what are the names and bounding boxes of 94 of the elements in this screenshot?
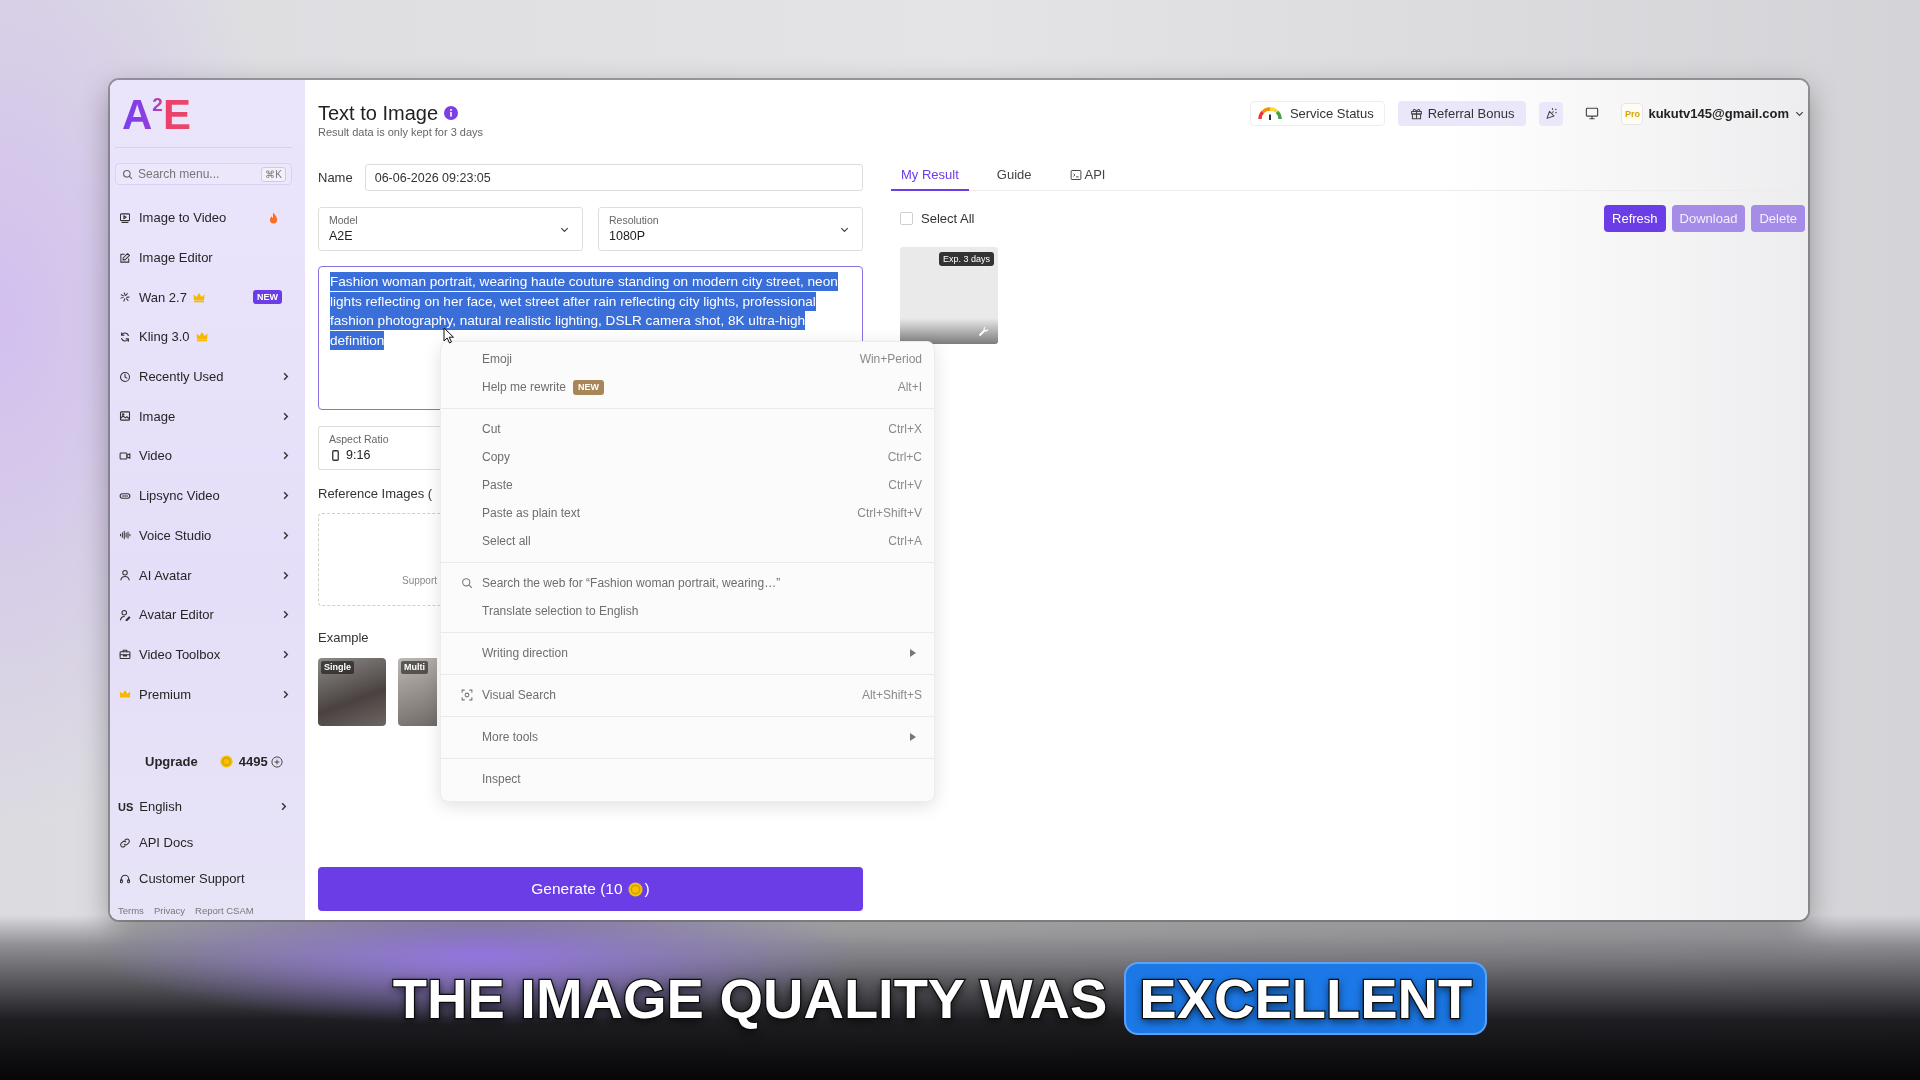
credit-count: 4495 xyxy=(238,754,268,770)
sidebar-link[interactable]: API Docs xyxy=(115,830,292,855)
page-subtitle: Result data is only kept for 3 days xyxy=(318,126,484,139)
thumbnail-badge: Multi xyxy=(401,661,428,674)
menu-item[interactable]: Paste Ctrl+V xyxy=(441,471,934,499)
gauge-icon xyxy=(1256,106,1283,121)
burst-icon xyxy=(119,291,131,304)
search-icon xyxy=(461,577,473,589)
action-button[interactable]: Refresh xyxy=(1604,205,1666,232)
example-photo[interactable]: Multi xyxy=(398,658,437,726)
example-photo[interactable]: Single xyxy=(318,658,386,726)
section-label: Reference Images ( xyxy=(318,486,433,502)
nav-item[interactable]: Voice Studio xyxy=(115,515,292,556)
person-icon xyxy=(119,569,131,582)
info-icon[interactable] xyxy=(444,106,459,120)
checkbox-label[interactable]: Select All xyxy=(921,211,975,226)
chevron-right-icon xyxy=(279,802,288,812)
footer-link[interactable]: Privacy xyxy=(153,904,186,916)
gift-icon xyxy=(1409,107,1423,120)
terminal-icon xyxy=(1069,168,1082,181)
video-camera-icon xyxy=(119,449,131,462)
referral-button[interactable]: Referral Bonus xyxy=(1397,101,1527,126)
plus-circle-icon[interactable] xyxy=(270,755,283,768)
caret-right-icon xyxy=(910,649,916,657)
nav-item[interactable]: Image xyxy=(115,396,292,437)
checkbox[interactable] xyxy=(900,212,913,225)
portrait-frame-icon xyxy=(332,449,339,461)
new-badge: NEW xyxy=(253,290,282,305)
name-field[interactable]: 06-06-2026 09:23:05 xyxy=(364,164,863,191)
toolbox-icon xyxy=(119,648,131,661)
celebration-button[interactable] xyxy=(1539,101,1564,126)
shortcut-key: ⌘K xyxy=(261,166,286,182)
nav-item[interactable]: Video Toolbox xyxy=(115,634,292,675)
tab[interactable]: Guide xyxy=(986,160,1042,191)
monitor-icon[interactable] xyxy=(1585,107,1600,120)
scan-frame-icon xyxy=(461,689,473,701)
page-title: Text to Image xyxy=(318,102,439,124)
nav-item[interactable]: Wan 2.7 NEW xyxy=(115,277,292,318)
field-label: Name xyxy=(318,170,353,185)
nav-item[interactable]: AI Avatar xyxy=(115,555,292,595)
play-screen-icon xyxy=(119,211,131,224)
image-icon xyxy=(119,410,131,423)
menu-item[interactable]: Visual Search Alt+Shift+S xyxy=(441,681,934,709)
menu-item[interactable]: Cut Ctrl+X xyxy=(441,415,934,443)
sidebar-link[interactable]: Customer Support xyxy=(115,866,292,891)
expiry-badge: Exp. 3 days xyxy=(938,252,994,266)
search-field[interactable]: Search menu... ⌘K xyxy=(115,163,292,185)
menu-item[interactable]: Writing direction xyxy=(441,639,934,667)
menu-item[interactable]: Copy Ctrl+C xyxy=(441,443,934,471)
edit-icon xyxy=(119,251,131,264)
service-status-button[interactable]: Service Status xyxy=(1249,101,1385,126)
chain-link-icon xyxy=(119,836,131,849)
menu-item[interactable]: Select all Ctrl+A xyxy=(441,527,934,555)
tab[interactable]: API xyxy=(1059,160,1116,191)
tab[interactable]: My Result xyxy=(891,160,969,191)
nav-item[interactable]: Lipsync Video xyxy=(115,475,292,516)
caret-right-icon xyxy=(910,733,916,741)
dropdown[interactable]: Resolution 1080P xyxy=(598,207,863,251)
person-pencil-icon xyxy=(119,608,131,621)
plan-badge: Pro xyxy=(1621,102,1644,125)
clock-icon xyxy=(119,370,131,383)
menu-item[interactable]: Search the web for “Fashion woman portrait, wearing…” xyxy=(441,569,934,597)
loop-arrows-icon xyxy=(119,330,131,343)
nav-item[interactable]: Video xyxy=(115,436,292,476)
waveform-icon xyxy=(119,529,131,542)
generate-button[interactable]: Generate (10 ) xyxy=(318,867,863,911)
new-badge: NEW xyxy=(573,379,605,395)
menu-item[interactable]: Translate selection to English xyxy=(441,597,934,625)
nav-item[interactable]: Recently Used xyxy=(115,356,292,397)
section-label: Example xyxy=(318,630,369,646)
result-thumbnail[interactable]: Exp. 3 days xyxy=(900,247,998,344)
upgrade-button[interactable]: Upgrade xyxy=(141,750,202,773)
nav-item[interactable]: Image Editor xyxy=(115,237,292,278)
nav-item[interactable]: Kling 3.0 xyxy=(115,317,292,357)
coin-icon xyxy=(627,881,643,897)
footer-link[interactable]: Report CSAM xyxy=(195,904,254,916)
menu-item[interactable]: Paste as plain text Ctrl+Shift+V xyxy=(441,499,934,527)
account-menu[interactable]: kukutv145@gmail.com xyxy=(1648,106,1805,121)
thumbnail-badge: Single xyxy=(321,661,354,674)
menu-item[interactable]: Inspect xyxy=(441,765,934,793)
nav-item[interactable]: Premium xyxy=(115,674,292,714)
nav-item[interactable]: Image to Video xyxy=(115,198,292,238)
dropdown[interactable]: Model A2E xyxy=(318,207,583,251)
nav-item[interactable]: Avatar Editor xyxy=(115,594,292,635)
party-popper-icon xyxy=(1544,107,1558,120)
wrench-icon[interactable] xyxy=(977,324,990,338)
caption-highlight: EXCELLENT xyxy=(1124,962,1488,1035)
headset-icon xyxy=(119,872,131,885)
caption-text: THE IMAGE QUALITY WAS xyxy=(392,966,1108,1031)
menu-item[interactable]: More tools xyxy=(441,723,934,751)
footer-link[interactable]: Terms xyxy=(118,904,144,916)
search-icon xyxy=(122,168,133,180)
coin-icon xyxy=(219,755,233,769)
language-selector[interactable]: US English xyxy=(115,794,292,819)
